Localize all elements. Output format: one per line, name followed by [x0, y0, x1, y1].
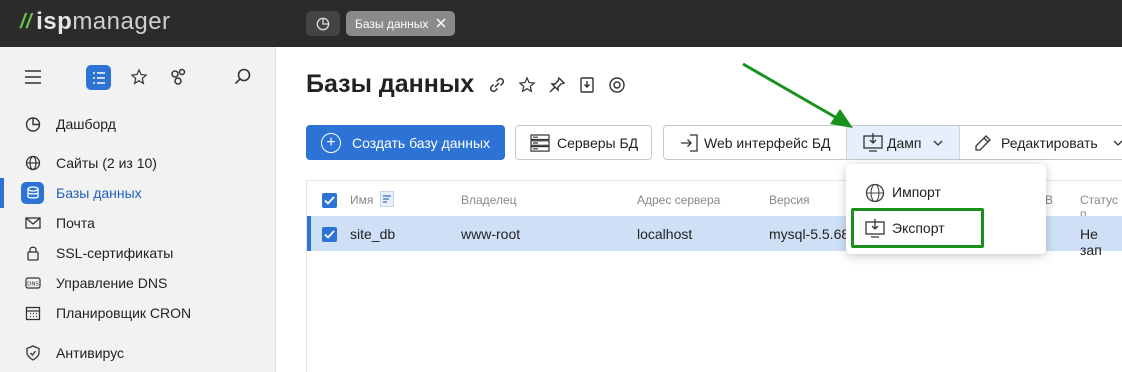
- annotation-arrow: [742, 62, 853, 128]
